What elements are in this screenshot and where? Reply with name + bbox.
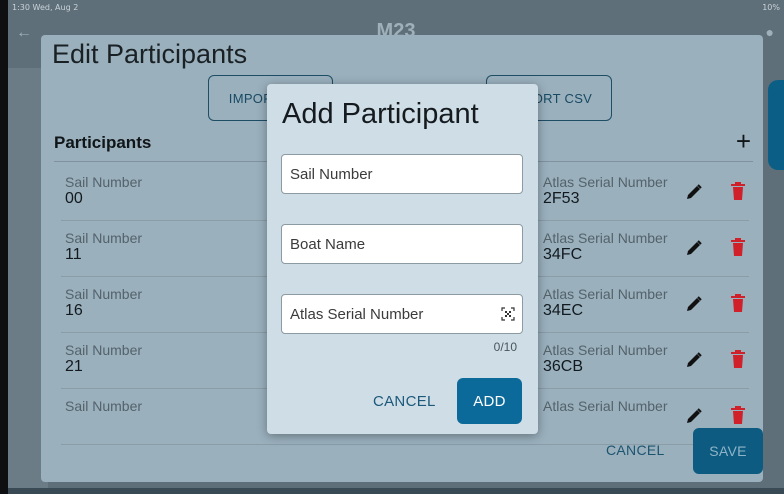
sail-number-label: Sail Number: [65, 398, 143, 414]
trash-icon[interactable]: [730, 405, 746, 425]
sail-number-input[interactable]: [282, 155, 522, 193]
background-fab: [768, 80, 784, 170]
atlas-serial-cell: Atlas Serial Number 2F53: [543, 174, 668, 208]
atlas-serial-input[interactable]: [282, 295, 522, 333]
add-participant-dialog: Add Participant 0/10 CANCEL ADD: [267, 84, 538, 434]
sail-number-cell: Sail Number 00: [65, 174, 143, 208]
sail-number-cell: Sail Number: [65, 399, 142, 414]
atlas-serial-value: 34EC: [543, 302, 584, 319]
background-bar: [8, 488, 784, 494]
edit-pencil-icon[interactable]: [684, 238, 704, 258]
status-time: 1:30 Wed, Aug 2: [12, 3, 79, 12]
sail-number-cell: Sail Number 11: [65, 230, 143, 264]
sail-number-cell: Sail Number 16: [65, 286, 143, 320]
atlas-serial-value: 34FC: [543, 246, 583, 263]
sail-number-field[interactable]: [281, 154, 523, 194]
boat-name-input[interactable]: [282, 225, 522, 263]
atlas-serial-label: Atlas Serial Number: [543, 398, 668, 414]
sail-number-label: Sail Number: [65, 230, 143, 246]
atlas-serial-value: 2F53: [543, 190, 580, 207]
edit-pencil-icon[interactable]: [684, 350, 704, 370]
status-bar: 1:30 Wed, Aug 2 10%: [8, 0, 784, 14]
atlas-serial-cell: Atlas Serial Number: [543, 399, 668, 414]
add-dialog-title: Add Participant: [282, 98, 479, 130]
sail-number-value: 11: [65, 246, 82, 263]
edit-cancel-button[interactable]: CANCEL: [606, 442, 665, 458]
atlas-serial-label: Atlas Serial Number: [543, 174, 668, 190]
atlas-serial-label: Atlas Serial Number: [543, 230, 668, 246]
atlas-serial-cell: Atlas Serial Number 34FC: [543, 230, 668, 264]
device-screen: 1:30 Wed, Aug 2 10% ← M23 ● Edit Partici…: [8, 0, 784, 494]
atlas-serial-label: Atlas Serial Number: [543, 342, 668, 358]
sail-number-label: Sail Number: [65, 174, 143, 190]
edit-pencil-icon[interactable]: [684, 182, 704, 202]
boat-name-field[interactable]: [281, 224, 523, 264]
edit-pencil-icon[interactable]: [684, 406, 704, 426]
trash-icon[interactable]: [730, 349, 746, 369]
status-battery: 10%: [762, 3, 780, 12]
save-button[interactable]: SAVE: [693, 428, 763, 474]
sail-number-value: 21: [65, 358, 83, 375]
sail-number-value: 16: [65, 302, 83, 319]
atlas-serial-label: Atlas Serial Number: [543, 286, 668, 302]
edit-dialog-title: Edit Participants: [52, 39, 248, 69]
add-participant-plus-icon[interactable]: +: [736, 126, 751, 157]
add-button[interactable]: ADD: [457, 378, 522, 424]
add-cancel-button[interactable]: CANCEL: [373, 393, 436, 410]
trash-icon[interactable]: [730, 293, 746, 313]
atlas-serial-field[interactable]: [281, 294, 523, 334]
character-counter: 0/10: [493, 340, 517, 354]
sail-number-value: 00: [65, 190, 83, 207]
edit-pencil-icon[interactable]: [684, 294, 704, 314]
qr-scan-icon[interactable]: [501, 307, 515, 321]
sail-number-label: Sail Number: [65, 286, 143, 302]
sail-number-label: Sail Number: [65, 342, 143, 358]
atlas-serial-value: 36CB: [543, 358, 584, 375]
trash-icon[interactable]: [730, 181, 746, 201]
trash-icon[interactable]: [730, 237, 746, 257]
account-icon[interactable]: ●: [766, 24, 774, 40]
participants-heading: Participants: [54, 133, 152, 152]
sail-number-cell: Sail Number 21: [65, 342, 143, 376]
atlas-serial-cell: Atlas Serial Number 34EC: [543, 286, 668, 320]
atlas-serial-cell: Atlas Serial Number 36CB: [543, 342, 668, 376]
